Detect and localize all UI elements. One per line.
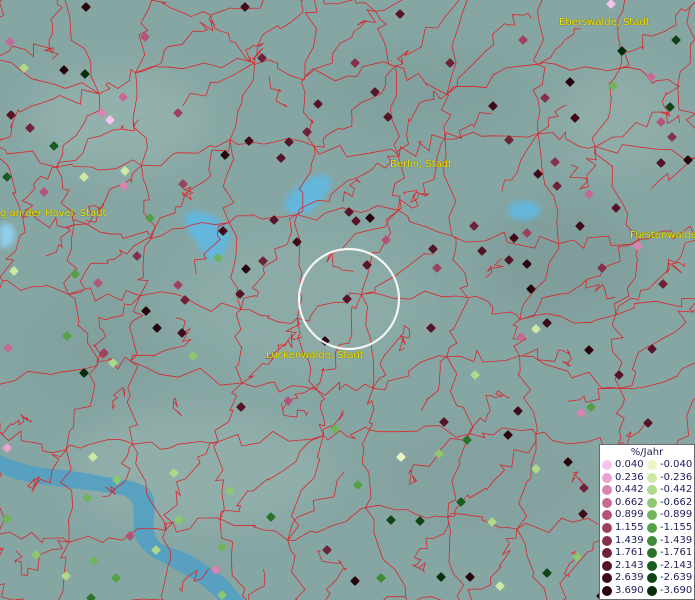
legend-swatch: [647, 535, 657, 546]
map-legend: %/Jahr 0.040 0.236 0.442 0.662 0.899 1.155 1.4…: [599, 444, 695, 600]
legend-value: 1.155: [615, 522, 644, 533]
place-label-luckenwalde: Luckenwalde, Stadt: [266, 350, 364, 361]
legend-swatch: [602, 472, 612, 483]
legend-swatch: [602, 573, 612, 584]
legend-swatch: [647, 485, 657, 496]
legend-value: -2.143: [660, 559, 693, 571]
legend-swatch: [602, 510, 612, 521]
legend-swatch: [602, 548, 612, 559]
legend-swatch: [647, 510, 657, 521]
place-label-brandenburg: g an der Havel, Stadt: [0, 208, 107, 219]
legend-swatch: [602, 485, 612, 496]
legend-value: 0.236: [615, 471, 644, 483]
legend-swatch: [647, 497, 657, 508]
place-label-eberswalde: Eberswalde, Stadt: [559, 17, 650, 28]
legend-value: -0.040: [660, 459, 693, 470]
legend-swatch: [647, 560, 657, 571]
legend-value: 0.662: [615, 496, 644, 508]
legend-swatch: [602, 497, 612, 508]
legend-value: 0.442: [615, 484, 644, 496]
legend-value: -0.442: [660, 484, 693, 496]
legend-value: 2.639: [615, 572, 644, 584]
legend-value: -1.761: [660, 547, 693, 559]
legend-value: -0.662: [660, 496, 693, 508]
legend-swatch: [647, 586, 657, 596]
legend-value: -0.236: [660, 471, 693, 483]
place-label-fuerstenwalde: Fürstenwalde: [630, 230, 695, 241]
legend-swatch: [602, 560, 612, 571]
place-label-berlin: Berlin, Stadt: [390, 159, 453, 170]
legend-value: -3.690: [660, 585, 693, 596]
map-canvas[interactable]: [0, 0, 695, 600]
legend-value: -0.899: [660, 509, 693, 521]
legend-value: 0.899: [615, 509, 644, 521]
legend-value: 0.040: [615, 459, 644, 470]
legend-swatch: [602, 523, 612, 533]
legend-value: 2.143: [615, 559, 644, 571]
legend-value: 1.761: [615, 547, 644, 559]
legend-title: %/Jahr: [630, 447, 664, 458]
legend-swatch: [602, 460, 612, 470]
legend-swatch: [647, 460, 657, 470]
legend-swatch: [647, 523, 657, 533]
legend-swatch: [602, 535, 612, 546]
legend-value: 1.439: [615, 534, 644, 546]
legend-swatch: [647, 472, 657, 483]
legend-swatch: [602, 586, 612, 596]
legend-swatch: [647, 573, 657, 584]
legend-value: -1.439: [660, 534, 693, 546]
legend-swatch: [647, 548, 657, 559]
legend-value: -1.155: [660, 522, 693, 533]
legend-value: 3.690: [615, 585, 644, 596]
legend-value: -2.639: [660, 572, 693, 584]
